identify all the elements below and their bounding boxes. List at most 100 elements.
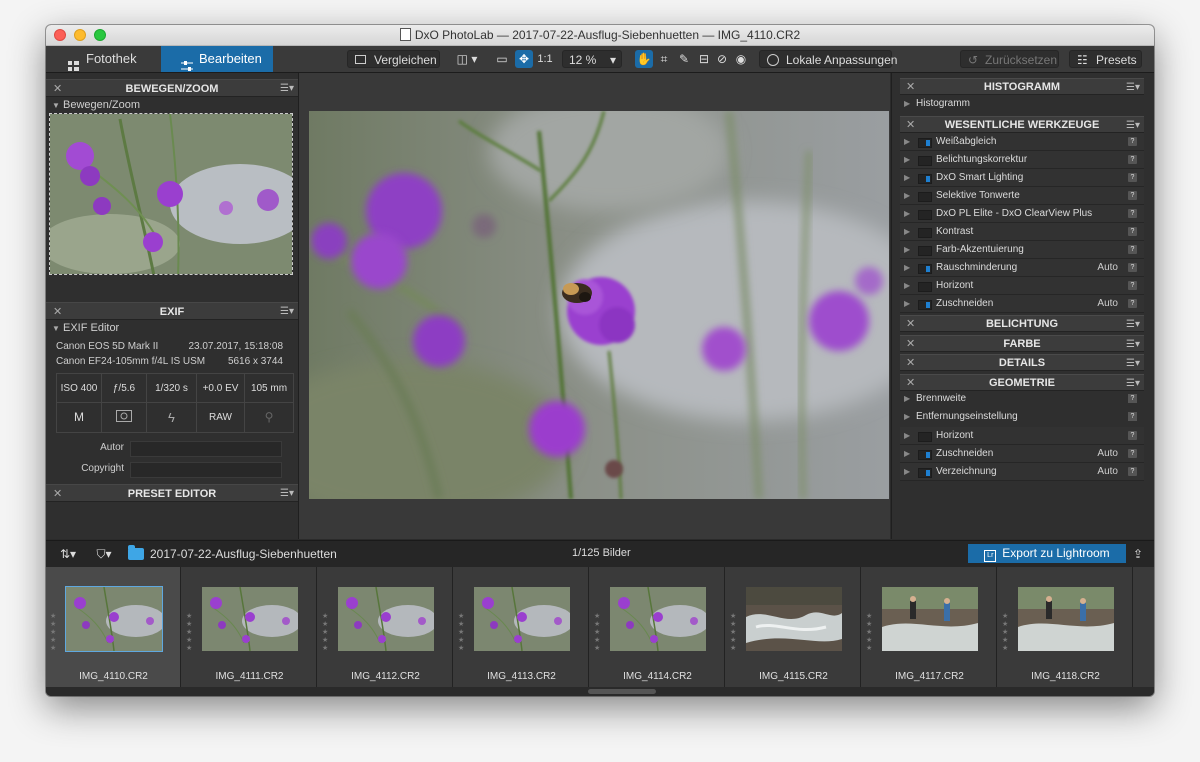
thumbnail-image[interactable] [65,586,163,652]
star-rating-icon[interactable]: ★ ★ ★ ★ ★ [730,613,738,653]
tool-row[interactable]: ▶ DxO Smart Lighting? [900,169,1144,187]
geometry-item-entfernung[interactable]: ▶ Entfernungseinstellung ? [900,408,1144,426]
help-icon[interactable]: ? [1128,137,1137,146]
panel-menu-icon[interactable]: ☰▾ [280,485,294,503]
reset-button[interactable]: ↺ Zurücksetzen [960,50,1059,68]
filter-button[interactable]: ⛉▾ [90,545,118,563]
tool-row[interactable]: ▶ Zuschneiden Auto? [900,445,1144,463]
filmstrip-scrollbar[interactable] [588,689,656,694]
help-icon[interactable]: ? [1128,281,1137,290]
compare-button[interactable]: Vergleichen [347,50,440,68]
help-icon[interactable]: ? [1128,245,1137,254]
tab-fotothek[interactable]: Fotothek [46,46,160,72]
aperture-value[interactable]: ƒ/5.6 [102,374,147,403]
help-icon[interactable]: ? [1128,431,1137,440]
layout-menu-button[interactable]: ◫ ▾ [453,50,481,68]
tool-row[interactable]: ▶ Weißabgleich? [900,133,1144,151]
preset-editor-header[interactable]: ✕ PRESET EDITOR ☰▾ [46,484,298,502]
exif-header[interactable]: ✕ EXIF ☰▾ [46,302,298,320]
tool-row[interactable]: ▶ Zuschneiden Auto? [900,295,1144,313]
essentials-header[interactable]: ✕ WESENTLICHE WERKZEUGE ☰▾ [900,116,1144,133]
histogram-subheader[interactable]: ▶ Histogramm [900,95,1144,113]
tool-toggle[interactable] [918,228,932,238]
close-icon[interactable]: ✕ [53,485,62,503]
filmstrip-thumbnail[interactable]: ★ ★ ★ ★ ★ IMG_4115.CR2 [726,567,861,687]
help-icon[interactable]: ? [1128,227,1137,236]
close-window-button[interactable] [54,29,66,41]
fit-screen-button[interactable]: ▭ [493,50,511,68]
ev-value[interactable]: +0.0 EV [197,374,245,403]
presets-button[interactable]: ☷ Presets [1069,50,1142,68]
tool-row[interactable]: ▶ Kontrast? [900,223,1144,241]
star-rating-icon[interactable]: ★ ★ ★ ★ ★ [458,613,466,653]
tool-row[interactable]: ▶ Horizont? [900,427,1144,445]
histogram-header[interactable]: ✕ HISTOGRAMM ☰▾ [900,78,1144,95]
panel-menu-icon[interactable]: ☰▾ [1126,117,1140,134]
close-icon[interactable]: ✕ [906,355,915,372]
star-rating-icon[interactable]: ★ ★ ★ ★ ★ [594,613,602,653]
thumbnail-image[interactable] [882,587,978,651]
focal-length-value[interactable]: 105 mm [245,374,293,403]
star-rating-icon[interactable]: ★ ★ ★ ★ ★ [322,613,330,653]
repair-tool-button[interactable]: ⊘ [713,50,731,68]
color-header[interactable]: ✕ FARBE ☰▾ [900,335,1144,352]
tool-row[interactable]: ▶ DxO PL Elite - DxO ClearView Plus? [900,205,1144,223]
help-icon[interactable]: ? [1128,263,1137,272]
tool-row[interactable]: ▶ Horizont? [900,277,1144,295]
local-adjustments-button[interactable]: Lokale Anpassungen [759,50,897,68]
help-icon[interactable]: ? [1128,412,1137,421]
panel-menu-icon[interactable]: ☰▾ [1126,355,1140,372]
star-rating-icon[interactable]: ★ ★ ★ ★ ★ [186,613,194,653]
thumbnail-image[interactable] [1018,587,1114,651]
exif-subheader[interactable]: ▼ EXIF Editor [52,322,119,334]
hand-tool-button[interactable]: ✋ [635,50,653,68]
eyedropper-tool-button[interactable]: ✎ [675,50,693,68]
star-rating-icon[interactable]: ★ ★ ★ ★ ★ [50,613,58,653]
geometry-item-brennweite[interactable]: ▶ Brennweite ? [900,390,1144,408]
move-zoom-header[interactable]: ✕ BEWEGEN/ZOOM ☰▾ [46,79,298,97]
close-icon[interactable]: ✕ [906,79,915,96]
tool-toggle[interactable] [918,282,932,292]
panel-menu-icon[interactable]: ☰▾ [1126,336,1140,353]
star-rating-icon[interactable]: ★ ★ ★ ★ ★ [1002,613,1010,653]
main-photo[interactable] [309,111,889,499]
tool-row[interactable]: ▶ Rauschminderung Auto? [900,259,1144,277]
help-icon[interactable]: ? [1128,173,1137,182]
help-icon[interactable]: ? [1128,449,1137,458]
tab-bearbeiten[interactable]: Bearbeiten [161,46,273,72]
help-icon[interactable]: ? [1128,209,1137,218]
exposure-header[interactable]: ✕ BELICHTUNG ☰▾ [900,315,1144,332]
tool-row[interactable]: ▶ Verzeichnung Auto? [900,463,1144,481]
tool-row[interactable]: ▶ Selektive Tonwerte? [900,187,1144,205]
filmstrip-thumbnail[interactable]: ★ ★ ★ ★ ★ IMG_4111.CR2 [182,567,317,687]
panel-menu-icon[interactable]: ☰▾ [1126,316,1140,333]
minimize-window-button[interactable] [74,29,86,41]
tool-toggle[interactable] [918,174,932,184]
panel-menu-icon[interactable]: ☰▾ [280,303,294,321]
copyright-field[interactable] [130,462,282,478]
one-to-one-button[interactable]: 1:1 [535,50,555,68]
tool-toggle[interactable] [918,468,932,478]
tool-toggle[interactable] [918,300,932,310]
preview-toggle-button[interactable]: ◉ [732,50,750,68]
close-icon[interactable]: ✕ [53,303,62,321]
geometry-header[interactable]: ✕ GEOMETRIE ☰▾ [900,374,1144,391]
help-icon[interactable]: ? [1128,394,1137,403]
zoom-select[interactable]: 12 % ▾ [562,50,622,68]
tool-toggle[interactable] [918,192,932,202]
tool-row[interactable]: ▶ Farb-Akzentuierung? [900,241,1144,259]
move-tool-button[interactable]: ✥ [515,50,533,68]
filmstrip-thumbnail[interactable]: ★ ★ ★ ★ ★ IMG_4118.CR2 [998,567,1133,687]
filmstrip-thumbnail[interactable]: ★ ★ ★ ★ ★ IMG_4113.CR2 [454,567,589,687]
help-icon[interactable]: ? [1128,467,1137,476]
zoom-window-button[interactable] [94,29,106,41]
filmstrip-thumbnail[interactable]: ★ ★ ★ ★ ★ IMG_4112.CR2 [318,567,453,687]
close-icon[interactable]: ✕ [53,80,62,98]
tool-toggle[interactable] [918,138,932,148]
star-rating-icon[interactable]: ★ ★ ★ ★ ★ [866,613,874,653]
close-icon[interactable]: ✕ [906,316,915,333]
tool-toggle[interactable] [918,210,932,220]
export-lightroom-button[interactable]: Lr Export zu Lightroom [968,544,1126,563]
navigator-thumbnail[interactable] [49,113,293,275]
filmstrip-thumbnail[interactable]: ★ ★ ★ ★ ★ IMG_4117.CR2 [862,567,997,687]
